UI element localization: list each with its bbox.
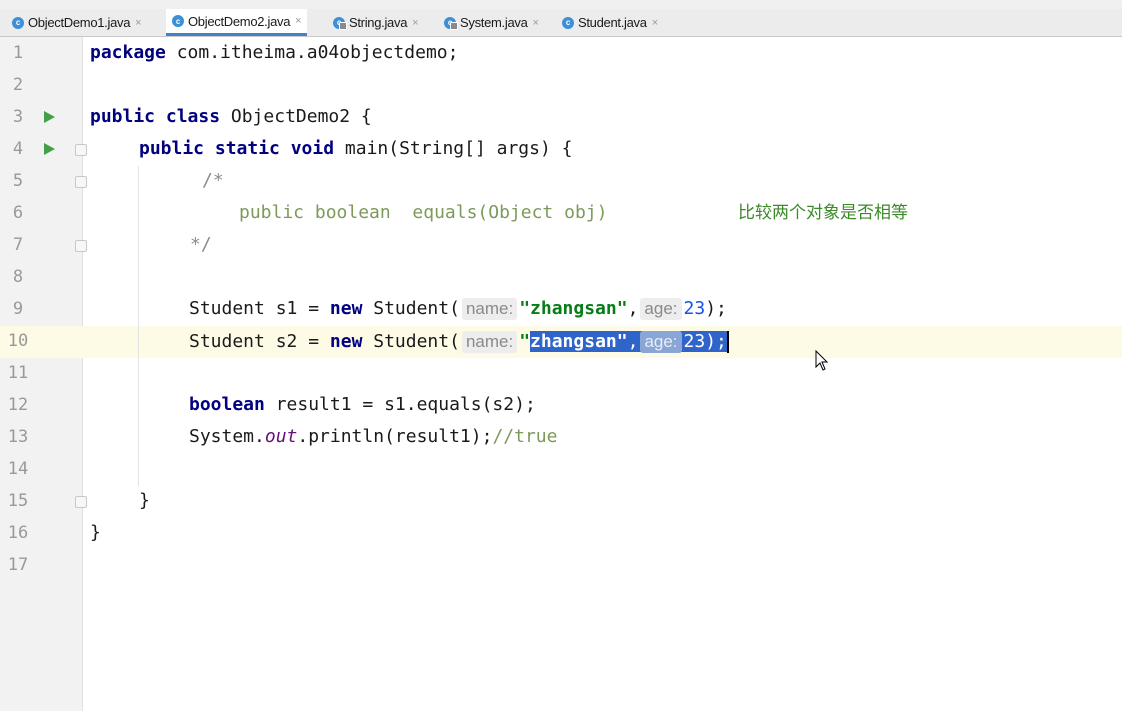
parameter-hint: name:	[461, 331, 518, 353]
line-number: 12	[7, 395, 29, 415]
keyword: new	[329, 298, 363, 319]
line-number: 10	[7, 331, 29, 351]
code-line: Student s1 = new Student(name: "zhangsan"…	[189, 293, 727, 325]
line-number: 11	[7, 363, 29, 383]
line-number: 7	[12, 235, 24, 255]
code-text: com.itheima.a04objectdemo;	[165, 42, 459, 63]
tab-label: ObjectDemo2.java	[188, 13, 291, 29]
number-literal: 23	[683, 331, 706, 352]
close-icon[interactable]: ×	[135, 17, 141, 29]
tab-student[interactable]: c Student.java ×	[562, 9, 658, 36]
code-text: ,	[627, 331, 639, 352]
tab-system[interactable]: c System.java ×	[444, 9, 539, 36]
close-icon[interactable]: ×	[533, 17, 539, 29]
comment-code: public boolean equals(Object obj)	[239, 202, 608, 223]
editor-tab-bar: c ObjectDemo1.java × c ObjectDemo2.java …	[0, 9, 1122, 37]
run-class-icon[interactable]	[44, 111, 55, 123]
comment-open: /*	[202, 170, 224, 191]
tab-objectdemo2[interactable]: c ObjectDemo2.java ×	[166, 9, 308, 36]
code-line: package com.itheima.a04objectdemo;	[90, 37, 458, 69]
keyword: boolean	[189, 394, 265, 415]
line-number: 5	[12, 171, 24, 191]
close-icon[interactable]: ×	[652, 17, 658, 29]
line-number: 16	[7, 523, 29, 543]
line-number: 14	[7, 459, 29, 479]
tab-label: String.java	[349, 15, 408, 30]
code-text: Student(	[362, 331, 460, 352]
keyword: public class	[90, 106, 221, 127]
string-literal: "	[519, 331, 531, 352]
code-line: public class ObjectDemo2 {	[90, 101, 372, 133]
code-text: result1 = s1.equals(s2);	[264, 394, 536, 415]
code-text: );	[705, 331, 727, 352]
code-text: Student(	[362, 298, 460, 319]
line-number: 15	[7, 491, 29, 511]
code-text: System.	[189, 426, 265, 447]
library-class-icon: c	[444, 16, 458, 30]
comment-close: */	[190, 234, 212, 255]
code-text: );	[705, 298, 727, 319]
code-line: public static void main(String[] args) {	[139, 133, 573, 165]
line-number: 2	[12, 75, 24, 95]
line-number: 6	[12, 203, 24, 223]
line-number: 3	[12, 107, 24, 127]
code-text: ,	[627, 298, 639, 319]
parameter-hint: name:	[461, 298, 518, 320]
number-literal: 23	[683, 298, 706, 319]
code-line: System.out.println(result1);//true	[189, 421, 557, 453]
code-line: public boolean equals(Object obj)	[239, 197, 607, 229]
java-class-icon: c	[12, 16, 24, 29]
keyword: new	[329, 331, 363, 352]
line-number: 17	[7, 555, 29, 575]
closing-brace: }	[90, 522, 101, 543]
library-class-icon: c	[333, 16, 347, 30]
close-icon[interactable]: ×	[295, 15, 301, 27]
closing-brace: }	[139, 490, 150, 511]
line-number: 1	[12, 43, 24, 63]
tab-string[interactable]: c String.java ×	[333, 9, 419, 36]
comment-note: 比较两个对象是否相等	[738, 203, 908, 223]
keyword: package	[90, 42, 166, 63]
text-selection[interactable]: zhangsan", age: 23);	[530, 331, 727, 353]
parameter-hint: age:	[640, 298, 682, 320]
close-icon[interactable]: ×	[412, 17, 418, 29]
code-text: ObjectDemo2 {	[220, 106, 372, 127]
tab-label: System.java	[460, 15, 528, 30]
string-literal: zhangsan"	[530, 331, 628, 352]
run-main-icon[interactable]	[44, 143, 55, 155]
text-cursor	[726, 331, 729, 353]
fold-icon[interactable]	[75, 144, 87, 156]
fold-icon[interactable]	[75, 496, 87, 508]
code-text: main(String[] args) {	[334, 138, 573, 159]
static-field: out	[264, 426, 298, 447]
code-text: Student s1 =	[189, 298, 330, 319]
line-number: 13	[7, 427, 29, 447]
tab-objectdemo1[interactable]: c ObjectDemo1.java ×	[12, 9, 142, 36]
line-number: 8	[12, 267, 24, 287]
fold-icon[interactable]	[75, 240, 87, 252]
tab-label: ObjectDemo1.java	[28, 15, 131, 30]
line-comment: //true	[492, 426, 558, 447]
line-number: 4	[12, 139, 24, 159]
tab-label: Student.java	[578, 15, 647, 30]
code-text: .println(result1);	[297, 426, 493, 447]
parameter-hint: age:	[640, 331, 682, 353]
mouse-cursor-icon	[815, 350, 829, 371]
string-literal: "zhangsan"	[519, 298, 628, 319]
code-line: boolean result1 = s1.equals(s2);	[189, 389, 536, 421]
java-class-icon: c	[562, 16, 574, 29]
code-line-current: Student s2 = new Student(name: "zhangsan"…	[189, 326, 729, 358]
line-number: 9	[12, 299, 24, 319]
java-class-icon: c	[172, 15, 184, 27]
code-text: Student s2 =	[189, 331, 330, 352]
keyword: public static void	[139, 138, 335, 159]
fold-icon[interactable]	[75, 176, 87, 188]
indent-guide	[138, 166, 139, 486]
